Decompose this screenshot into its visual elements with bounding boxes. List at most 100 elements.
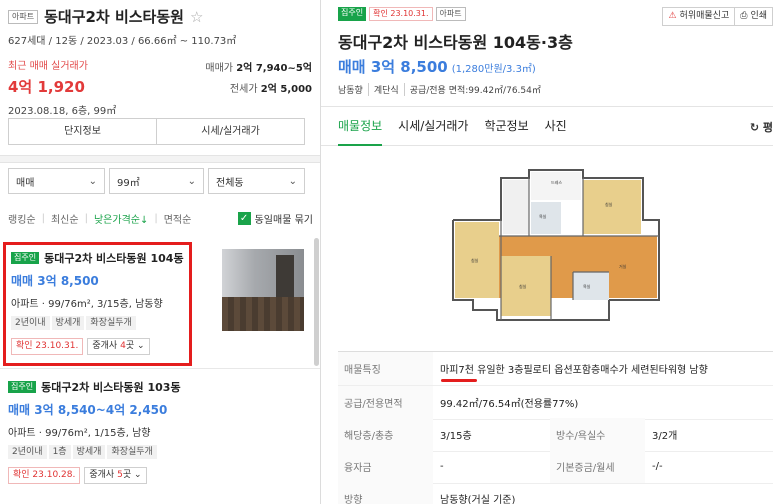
report-false-listing-button[interactable]: ⚠ 허위매물신고 [662,7,736,26]
complex-title: 동대구2차 비스타동원 [44,8,184,26]
listing-chips: 2년이내 1층 방세개 화장실두개 [8,444,308,459]
star-outline-icon[interactable]: ☆ [190,8,203,26]
area-unit-toggle[interactable]: ↻ 평 [750,119,773,135]
svg-text:침실: 침실 [519,283,527,289]
detail-price: 매매 3억 8,500 [338,58,448,76]
tab-listing-info[interactable]: 매물정보 [338,107,383,146]
direction-value: 남동향(거실 기준) [440,495,516,504]
floor-value: 3/15층 [440,431,472,442]
sort-area[interactable]: 면적순 [164,211,192,226]
tab-market-price[interactable]: 시세/실거래가 [156,119,304,144]
deposit-label: 기본증금/월세 [550,450,645,483]
sort-latest[interactable]: 최신순 [51,211,79,226]
tab-complex-info[interactable]: 단지정보 [9,119,156,144]
spec-area: 공급/전용 면적:99.42㎡/76.54㎡ [403,83,541,96]
listing-chips: 2년이내 방세개 화장실두개 [11,315,184,330]
svg-text:욕실: 욕실 [583,283,591,289]
listing-chip: 1층 [48,445,71,459]
agent-count-button[interactable]: 중개사 5곳 ⌄ [84,467,147,484]
agent-count-button[interactable]: 중개사 4곳 ⌄ [87,338,150,355]
svg-text:욕실: 욕실 [539,213,547,219]
listing-chip: 방세개 [51,316,85,330]
listing-price: 매매 3억 8,500 [11,274,99,288]
svg-text:침실: 침실 [471,257,479,263]
chevron-down-icon: ⌄ [88,175,97,187]
trade-type-select[interactable]: 매매 ⌄ [8,168,105,194]
listing-chip: 화장실두개 [86,316,136,330]
complex-panel: 아파트 동대구2차 비스타동원 ☆ 627세대 / 12동 / 2023.03 … [0,0,321,504]
confirm-date-tag: 확인 23.10.31. [369,7,433,21]
report-label: 허위매물신고 [679,11,730,21]
spec-direction: 남동향 [338,86,363,96]
group-same-listings-toggle[interactable]: ✓ 동일매물 묶기 [237,211,313,226]
chevron-down-icon: ⌄ [133,470,142,480]
listing-thumbnail[interactable] [222,249,304,331]
price-ranges: 매매가 2억 7,940~5억 전세가 2억 5,000 [205,58,312,100]
floor-plan-image[interactable]: 침실 침실 침실 거실 욕실 욕실 드레스 [433,160,665,340]
building-select[interactable]: 전체동 ⌄ [208,168,305,194]
tab-market-price[interactable]: 시세/실거래가 [398,107,468,146]
complex-summary: 627세대 / 12동 / 2023.03 / 66.66㎡ ~ 110.73㎡ [8,36,237,47]
list-scrollbar[interactable] [314,238,319,366]
agent-prefix: 중개사 [92,341,121,351]
detail-row-feature: 매물특징 마피7천 유일한 3층필로티 옵션포함층매수가 세련된타워형 남향 [338,352,773,386]
print-label: 인쇄 [750,11,767,21]
section-divider [0,155,320,163]
print-button[interactable]: ⎙ 인쇄 [735,7,773,26]
detail-row-area: 공급/전용면적 99.42㎡/76.54㎡(전용률77%) [338,386,773,420]
direction-label: 방향 [338,482,433,504]
sort-ranking[interactable]: 랭킹순 [8,211,36,226]
group-same-listings-label: 동일매물 묶기 [254,215,313,226]
owner-badge: 집주인 [338,7,367,21]
sort-bar: 랭킹순 | 최신순 | 낮은가격순↓ | 면적순 ✓ 동일매물 묶기 [8,211,313,226]
owner-badge: 집주인 [11,252,40,264]
trade-type-value: 매매 [16,177,35,189]
checkbox-checked-icon[interactable]: ✓ [237,212,251,225]
sort-lowest-price[interactable]: 낮은가격순↓ [94,211,148,226]
sale-range-value: 2억 7,940~5억 [236,63,312,74]
detail-title: 동대구2차 비스타동원 104동·3층 [338,33,573,52]
loan-label: 융자금 [338,450,433,483]
listing-chip: 2년이내 [8,445,47,459]
listing-detail-panel: 집주인 확인 23.10.31. 아파트 ⚠ 허위매물신고 ⎙ 인쇄 동대구2차 비… [321,0,773,504]
detail-tabs-bar: 매물정보 시세/실거래가 학군정보 사진 ↻ 평 [321,106,773,146]
agent-suffix: 곳 [122,470,132,480]
tab-school-info[interactable]: 학군정보 [484,107,528,146]
owner-badge: 집주인 [8,381,37,393]
listing-chip: 2년이내 [11,316,50,330]
jeonse-range-value: 2억 5,000 [260,84,312,95]
listing-info: 아파트 · 99/76m², 3/15층, 남동향 [11,299,163,310]
svg-text:거실: 거실 [619,263,627,269]
siren-icon: ⚠ [668,11,677,21]
rooms-value: 3/2개 [652,431,678,442]
recent-sale-date: 2023.08.18, 6층, 99㎡ [8,106,117,117]
feature-value: 마피7천 유일한 3층필로티 옵션포함층매수가 세련된타워형 남향 [440,365,708,376]
rooms-label: 방수/욕실수 [550,418,645,451]
detail-row-floor-rooms: 해당층/총층 3/15층 방수/욕실수 3/2개 [338,418,773,452]
listing-item[interactable]: 집주인 동대구2차 비스타동원 103동 매매 3억 8,540~4억 2,45… [8,379,308,484]
confirm-date-tag: 확인 23.10.28. [8,467,81,484]
loan-value: - [440,461,444,472]
area-select[interactable]: 99㎡ ⌄ [109,168,204,194]
listing-title: 동대구2차 비스타동원 104동 [44,252,184,265]
price-per-area: (1,280만원/3.3㎡) [451,64,536,75]
agent-suffix: 곳 [125,341,135,351]
chevron-down-icon: ⌄ [136,341,145,351]
listing-chip: 화장실두개 [107,445,157,459]
area-value: 99㎡ [117,177,140,189]
confirm-date-tag: 확인 23.10.31. [11,338,84,355]
agent-prefix: 중개사 [89,470,118,480]
listing-chip: 방세개 [72,445,106,459]
listing-item-selected[interactable]: 집주인 동대구2차 비스타동원 104동 매매 3억 8,500 아파트 · 9… [3,242,192,366]
listing-title: 동대구2차 비스타동원 103동 [41,381,181,394]
tab-photos[interactable]: 사진 [545,107,567,146]
detail-tags: 집주인 확인 23.10.31. 아파트 [338,7,466,21]
svg-text:드레스: 드레스 [551,179,562,185]
property-type-tag: 아파트 [8,9,39,24]
area-label: 공급/전용면적 [338,386,433,419]
complex-tabs: 단지정보 시세/실거래가 [8,118,305,145]
feature-highlight-underline [441,379,477,382]
building-value: 전체동 [216,177,244,189]
listing-info: 아파트 · 99/76m², 1/15층, 남향 [8,428,151,439]
chevron-down-icon: ⌄ [288,175,297,187]
